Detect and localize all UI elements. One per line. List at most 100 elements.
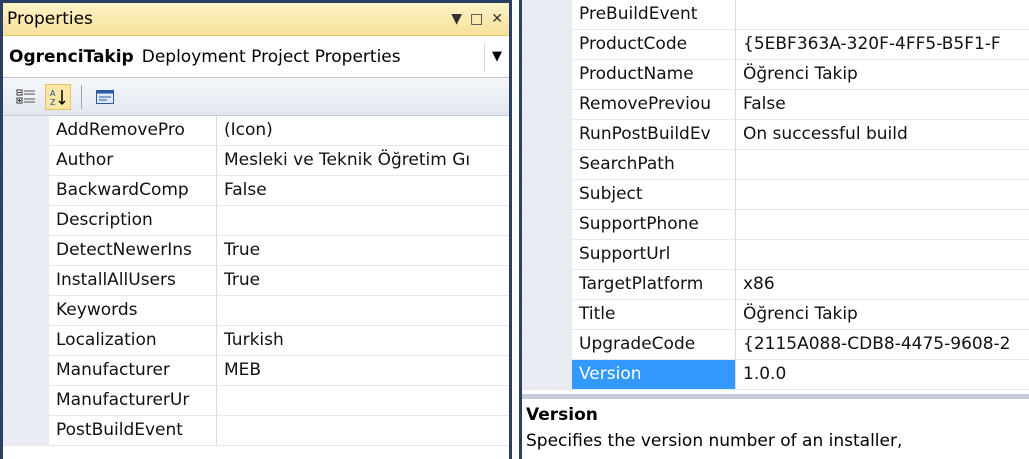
property-value[interactable]: True bbox=[217, 266, 509, 295]
close-icon[interactable]: ✕ bbox=[491, 11, 503, 27]
property-name[interactable]: ManufacturerUr bbox=[49, 386, 217, 415]
property-name[interactable]: Subject bbox=[572, 180, 736, 209]
property-value[interactable]: Öğrenci Takip bbox=[736, 60, 1029, 89]
property-row[interactable]: SupportUrl bbox=[522, 240, 1029, 270]
svg-text:Z: Z bbox=[50, 98, 56, 107]
property-value[interactable] bbox=[217, 296, 509, 325]
property-value[interactable]: False bbox=[736, 90, 1029, 119]
property-name[interactable]: RunPostBuildEv bbox=[572, 120, 736, 149]
property-name[interactable]: SupportUrl bbox=[572, 240, 736, 269]
property-name[interactable]: Title bbox=[572, 300, 736, 329]
property-name[interactable]: Description bbox=[49, 206, 217, 235]
property-name[interactable]: UpgradeCode bbox=[572, 330, 736, 359]
property-value[interactable] bbox=[736, 210, 1029, 239]
property-row[interactable]: ProductCode {5EBF363A-320F-4FF5-B5F1-F bbox=[522, 30, 1029, 60]
property-row-margin bbox=[522, 360, 572, 389]
window-menu-dropdown-icon[interactable]: ▼ bbox=[451, 11, 462, 27]
property-row[interactable]: BackwardComp False bbox=[3, 176, 509, 206]
property-name[interactable]: RemovePreviou bbox=[572, 90, 736, 119]
property-row-margin bbox=[522, 240, 572, 269]
toolbar-separator bbox=[81, 84, 82, 109]
property-row[interactable]: SearchPath bbox=[522, 150, 1029, 180]
property-value[interactable] bbox=[217, 206, 509, 235]
property-row[interactable]: ProductName Öğrenci Takip bbox=[522, 60, 1029, 90]
properties-window-left: Properties ▼ □ ✕ OgrenciTakip Deployment… bbox=[0, 0, 512, 459]
property-name[interactable]: SearchPath bbox=[572, 150, 736, 179]
property-row[interactable]: ManufacturerUr bbox=[3, 386, 509, 416]
property-name[interactable]: ProductCode bbox=[572, 30, 736, 59]
property-row[interactable]: TargetPlatform x86 bbox=[522, 270, 1029, 300]
property-value[interactable]: {5EBF363A-320F-4FF5-B5F1-F bbox=[736, 30, 1029, 59]
property-name[interactable]: Keywords bbox=[49, 296, 217, 325]
property-row-margin bbox=[522, 60, 572, 89]
property-name[interactable]: DetectNewerIns bbox=[49, 236, 217, 265]
property-value[interactable]: 1.0.0 bbox=[736, 360, 1029, 389]
property-value[interactable] bbox=[736, 150, 1029, 179]
property-row-margin bbox=[522, 330, 572, 359]
property-row-margin bbox=[3, 236, 49, 265]
property-grid-right: PreBuildEvent ProductCode {5EBF363A-320F-4… bbox=[522, 0, 1029, 390]
property-name[interactable]: BackwardComp bbox=[49, 176, 217, 205]
property-name[interactable]: PostBuildEvent bbox=[49, 416, 217, 445]
property-row[interactable]: DetectNewerIns True bbox=[3, 236, 509, 266]
property-value[interactable] bbox=[736, 180, 1029, 209]
property-value[interactable]: {2115A088-CDB8-4475-9608-2 bbox=[736, 330, 1029, 359]
property-value[interactable]: MEB bbox=[217, 356, 509, 385]
svg-text:A: A bbox=[50, 89, 56, 98]
property-value[interactable]: On successful build bbox=[736, 120, 1029, 149]
property-row[interactable]: RunPostBuildEv On successful build bbox=[522, 120, 1029, 150]
object-name: OgrenciTakip bbox=[9, 46, 134, 67]
property-row[interactable]: Keywords bbox=[3, 296, 509, 326]
property-value[interactable]: False bbox=[217, 176, 509, 205]
property-pages-icon[interactable] bbox=[92, 84, 118, 110]
property-row-margin bbox=[522, 90, 572, 119]
property-name[interactable]: AddRemovePro bbox=[49, 116, 217, 145]
property-row[interactable]: SupportPhone bbox=[522, 210, 1029, 240]
property-name[interactable]: Manufacturer bbox=[49, 356, 217, 385]
property-value[interactable]: x86 bbox=[736, 270, 1029, 299]
property-row[interactable]: Description bbox=[3, 206, 509, 236]
property-name[interactable]: SupportPhone bbox=[572, 210, 736, 239]
properties-title-bar[interactable]: Properties ▼ □ ✕ bbox=[3, 3, 509, 36]
property-value[interactable] bbox=[736, 240, 1029, 269]
property-value[interactable] bbox=[217, 386, 509, 415]
property-row[interactable]: Manufacturer MEB bbox=[3, 356, 509, 386]
properties-toolbar: A Z bbox=[3, 78, 509, 116]
property-row[interactable]: AddRemovePro (Icon) bbox=[3, 116, 509, 146]
property-name[interactable]: TargetPlatform bbox=[572, 270, 736, 299]
property-name[interactable]: PreBuildEvent bbox=[572, 0, 736, 29]
property-value[interactable] bbox=[217, 416, 509, 445]
property-row[interactable]: Author Mesleki ve Teknik Öğretim Gı bbox=[3, 146, 509, 176]
property-row[interactable]: Version 1.0.0 bbox=[522, 360, 1029, 390]
property-row[interactable]: UpgradeCode {2115A088-CDB8-4475-9608-2 bbox=[522, 330, 1029, 360]
property-row[interactable]: Localization Turkish bbox=[3, 326, 509, 356]
property-value[interactable]: Öğrenci Takip bbox=[736, 300, 1029, 329]
property-row[interactable]: Subject bbox=[522, 180, 1029, 210]
property-row[interactable]: InstallAllUsers True bbox=[3, 266, 509, 296]
property-name[interactable]: ProductName bbox=[572, 60, 736, 89]
sort-alphabetical-icon[interactable]: A Z bbox=[45, 83, 71, 110]
property-value[interactable]: True bbox=[217, 236, 509, 265]
property-row-margin bbox=[522, 150, 572, 179]
property-row[interactable]: PreBuildEvent bbox=[522, 0, 1029, 30]
property-row[interactable]: PostBuildEvent bbox=[3, 416, 509, 446]
property-row-margin bbox=[3, 146, 49, 175]
categorized-icon[interactable] bbox=[13, 84, 39, 110]
property-value[interactable]: Turkish bbox=[217, 326, 509, 355]
description-title: Version bbox=[526, 405, 598, 425]
property-row-margin bbox=[3, 356, 49, 385]
property-value[interactable] bbox=[736, 0, 1029, 29]
object-selector-dropdown-icon[interactable]: ▼ bbox=[484, 41, 509, 72]
property-row[interactable]: Title Öğrenci Takip bbox=[522, 300, 1029, 330]
property-value[interactable]: (Icon) bbox=[217, 116, 509, 145]
property-name[interactable]: InstallAllUsers bbox=[49, 266, 217, 295]
property-row[interactable]: RemovePreviou False bbox=[522, 90, 1029, 120]
properties-window-right: PreBuildEvent ProductCode {5EBF363A-320F-4… bbox=[519, 0, 1029, 459]
object-selector[interactable]: OgrenciTakip Deployment Project Properti… bbox=[3, 36, 509, 78]
property-name[interactable]: Localization bbox=[49, 326, 217, 355]
property-value[interactable]: Mesleki ve Teknik Öğretim Gı bbox=[217, 146, 509, 175]
property-name[interactable]: Version bbox=[572, 360, 736, 389]
maximize-icon[interactable]: □ bbox=[470, 11, 483, 27]
property-row-margin bbox=[3, 386, 49, 415]
property-name[interactable]: Author bbox=[49, 146, 217, 175]
